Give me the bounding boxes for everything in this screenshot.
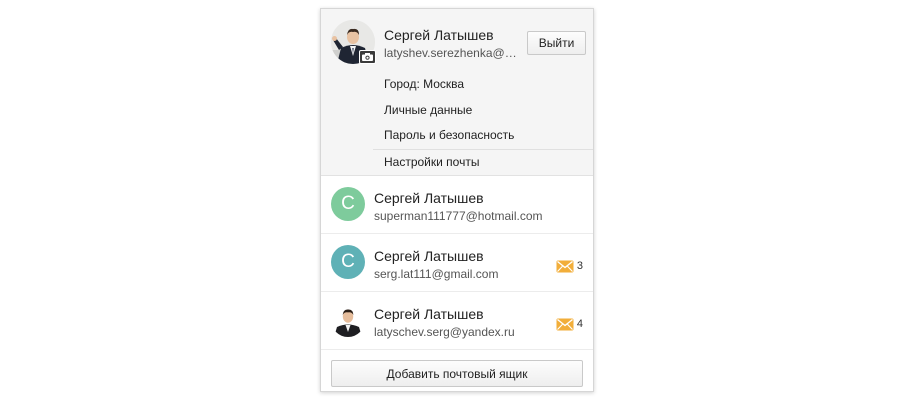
unread-count: 4 bbox=[576, 318, 583, 330]
account-row-gmail[interactable]: С Сергей Латышев serg.lat111@gmail.com 3 bbox=[321, 234, 593, 292]
account-initial-avatar: С bbox=[331, 187, 365, 221]
account-switcher-panel: Сергей Латышев latyshev.serezhenka@b... … bbox=[320, 8, 594, 392]
camera-icon bbox=[362, 53, 373, 61]
account-email: serg.lat111@gmail.com bbox=[374, 267, 499, 281]
account-initial-avatar: С bbox=[331, 245, 365, 279]
unread-mail-badge[interactable]: 4 bbox=[556, 317, 583, 331]
account-name: Сергей Латышев bbox=[374, 248, 484, 264]
unread-count: 3 bbox=[576, 260, 583, 272]
account-photo-avatar bbox=[331, 303, 365, 337]
add-mailbox-button[interactable]: Добавить почтовый ящик bbox=[331, 360, 583, 387]
logout-button[interactable]: Выйти bbox=[527, 31, 586, 55]
account-name: Сергей Латышев bbox=[374, 306, 484, 322]
profile-email: latyshev.serezhenka@b... bbox=[384, 46, 518, 60]
account-name: Сергей Латышев bbox=[374, 190, 484, 206]
menu-item-city[interactable]: Город: Москва bbox=[373, 72, 593, 98]
account-email: superman111777@hotmail.com bbox=[374, 209, 543, 223]
add-mailbox-section: Добавить почтовый ящик bbox=[321, 350, 593, 391]
envelope-icon bbox=[556, 260, 574, 272]
current-account-section: Сергей Латышев latyshev.serezhenka@b... … bbox=[321, 9, 593, 176]
account-row-yandex[interactable]: Сергей Латышев latyschev.serg@yandex.ru … bbox=[321, 292, 593, 350]
envelope-icon bbox=[556, 318, 574, 330]
profile-menu: Город: Москва Личные данные Пароль и без… bbox=[373, 72, 593, 174]
account-email: latyschev.serg@yandex.ru bbox=[374, 325, 515, 339]
menu-item-password-security[interactable]: Пароль и безопасность bbox=[373, 123, 593, 149]
change-photo-button[interactable] bbox=[359, 50, 376, 64]
menu-item-mail-settings[interactable]: Настройки почты bbox=[373, 148, 593, 175]
profile-name: Сергей Латышев bbox=[384, 27, 494, 43]
menu-item-personal-data[interactable]: Личные данные bbox=[373, 98, 593, 124]
account-row-hotmail[interactable]: С Сергей Латышев superman111777@hotmail.… bbox=[321, 176, 593, 234]
unread-mail-badge[interactable]: 3 bbox=[556, 259, 583, 273]
user-photo-icon bbox=[331, 303, 365, 337]
